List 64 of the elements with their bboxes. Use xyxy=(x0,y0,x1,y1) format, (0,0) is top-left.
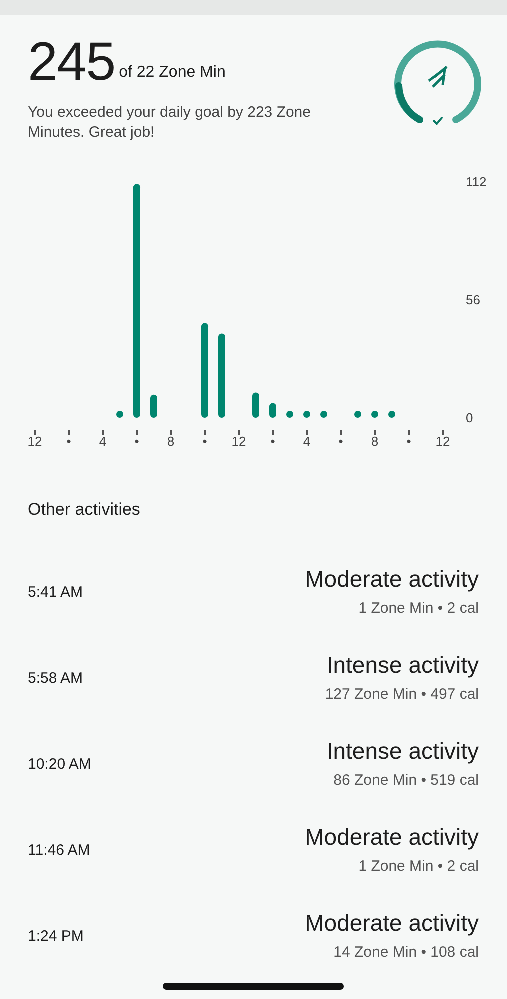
activity-row[interactable]: 11:46 AM Moderate activity 1 Zone Min • 2 cal xyxy=(0,808,507,894)
axis-label: • xyxy=(134,434,140,449)
goal-label: of 22 Zone Min xyxy=(119,63,226,83)
bar xyxy=(270,403,276,418)
activity-row[interactable]: 1:24 PM Moderate activity 14 Zone Min • 108 cal xyxy=(0,894,507,980)
tick-mark xyxy=(238,430,240,435)
tick-mark xyxy=(306,430,308,435)
activity-name: Moderate activity xyxy=(305,566,479,594)
activity-row[interactable]: 10:20 AM Intense activity 86 Zone Min • 519 cal xyxy=(0,722,507,808)
tick-mark xyxy=(408,430,410,435)
bar xyxy=(252,392,260,418)
axis-label: 4 xyxy=(303,434,311,449)
bar xyxy=(388,411,396,418)
axis-label: 12 xyxy=(28,434,42,449)
axis-label: 112 xyxy=(466,174,487,190)
activity-details: 1 Zone Min • 2 cal xyxy=(358,857,479,878)
zone-minutes-value: 245 xyxy=(28,35,116,89)
section-title: Other activities xyxy=(28,499,142,521)
tick-mark xyxy=(170,430,172,435)
activity-time: 10:20 AM xyxy=(28,755,92,776)
bar xyxy=(304,411,310,418)
axis-label: 4 xyxy=(99,434,107,449)
tick-mark xyxy=(102,430,104,435)
tick-mark xyxy=(374,430,376,435)
tick-mark xyxy=(68,430,70,435)
activity-time: 5:41 AM xyxy=(28,583,84,604)
tick-mark xyxy=(34,430,36,435)
tick-mark xyxy=(340,430,342,435)
activity-time: 1:24 PM xyxy=(28,927,84,948)
activity-name: Intense activity xyxy=(326,652,479,680)
axis-label: 0 xyxy=(466,410,474,426)
activity-row[interactable]: 5:41 AM Moderate activity 1 Zone Min • 2 cal xyxy=(0,550,507,636)
activity-details: 86 Zone Min • 519 cal xyxy=(332,771,479,792)
bar xyxy=(354,411,362,418)
axis-label: • xyxy=(66,434,72,449)
activity-details: 1 Zone Min • 2 cal xyxy=(358,599,479,620)
activity-time: 11:46 AM xyxy=(28,841,90,862)
axis-label: • xyxy=(406,434,412,449)
activity-name: Intense activity xyxy=(326,738,479,766)
goal-message: You exceeded your daily goal by 223 Zone Minutes. Great job! xyxy=(28,103,312,142)
axis-label: • xyxy=(202,434,208,449)
bar xyxy=(320,411,328,418)
bar xyxy=(150,394,158,418)
activity-name: Moderate activity xyxy=(305,910,479,938)
axis-label: 8 xyxy=(371,434,379,449)
axis-label: 56 xyxy=(466,292,480,308)
axis-label: • xyxy=(270,434,276,449)
axis-label: 12 xyxy=(232,434,246,449)
axis-label: • xyxy=(338,434,344,449)
tick-mark xyxy=(136,430,138,435)
activity-details: 127 Zone Min • 497 cal xyxy=(325,685,479,706)
tick-mark xyxy=(442,430,444,435)
activity-name: Moderate activity xyxy=(305,824,479,852)
axis-label: 12 xyxy=(436,434,450,449)
axis-label: 8 xyxy=(167,434,175,449)
bar xyxy=(286,411,294,418)
activity-row[interactable]: 5:58 AM Intense activity 127 Zone Min • 497 cal xyxy=(0,636,507,722)
tick-mark xyxy=(204,430,206,435)
tick-mark xyxy=(272,430,274,435)
activity-details: 14 Zone Min • 108 cal xyxy=(332,943,479,964)
bar xyxy=(372,411,378,418)
home-indicator[interactable] xyxy=(163,983,344,990)
activity-time: 5:58 AM xyxy=(28,669,84,690)
bar xyxy=(116,411,124,418)
